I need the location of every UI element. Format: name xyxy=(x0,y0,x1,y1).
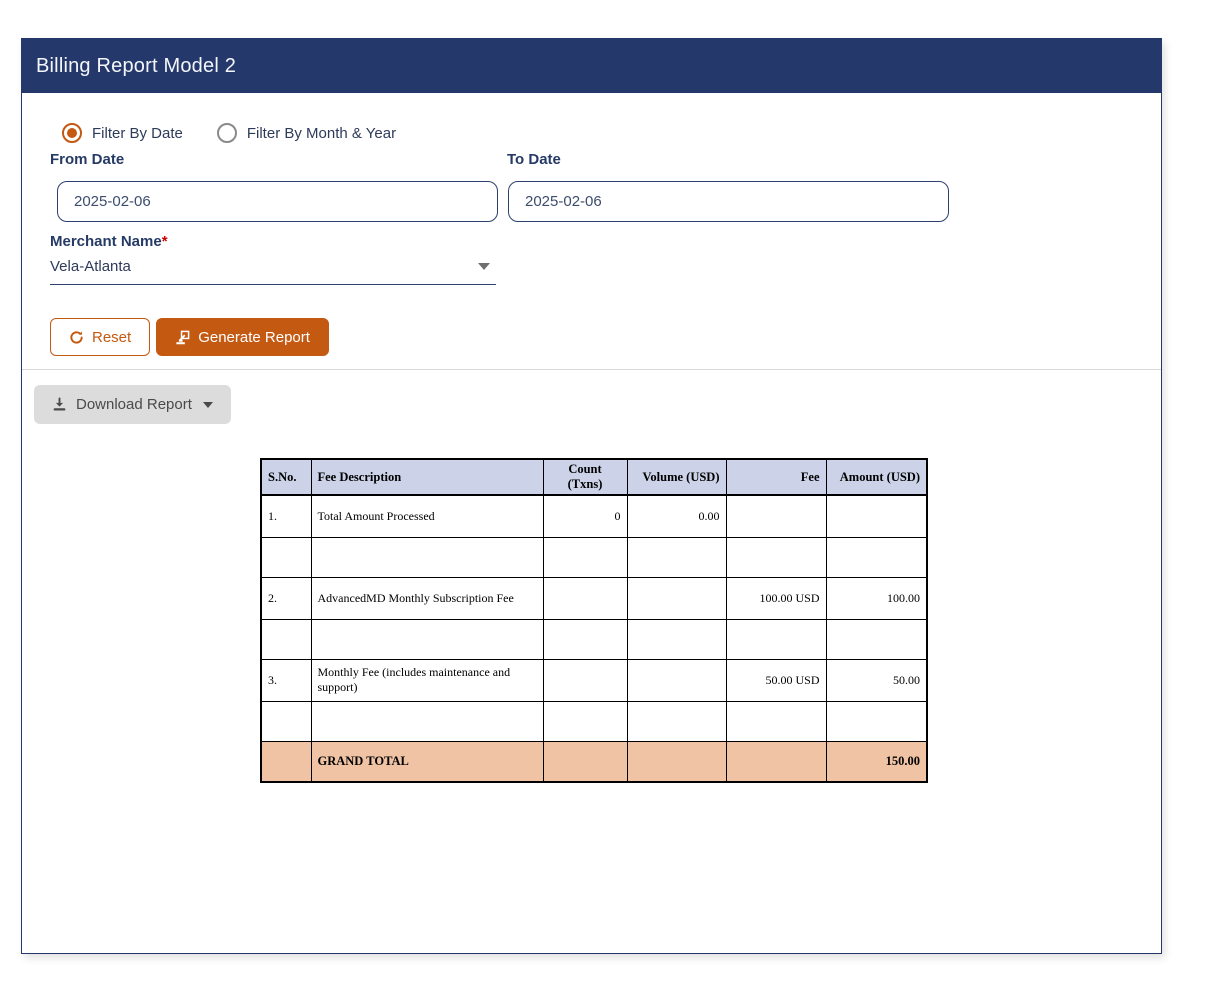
to-date-label: To Date xyxy=(507,151,561,168)
radio-filter-by-date-label: Filter By Date xyxy=(92,125,183,142)
table-header-row: S.No.Fee DescriptionCount (Txns)Volume (… xyxy=(261,459,927,495)
page-title: Billing Report Model 2 xyxy=(36,55,236,78)
table-row: 2.AdvancedMD Monthly Subscription Fee 100… xyxy=(261,577,927,619)
table-cell xyxy=(543,537,627,577)
table-cell: 0 xyxy=(543,495,627,537)
table-cell xyxy=(311,619,543,659)
generate-report-button-label: Generate Report xyxy=(198,329,310,346)
table-row: 3.Monthly Fee (includes maintenance and … xyxy=(261,659,927,701)
table-cell xyxy=(627,701,726,741)
table-cell xyxy=(726,495,826,537)
chevron-down-icon xyxy=(478,263,490,270)
table-cell xyxy=(627,741,726,782)
radio-filter-by-month-year-label: Filter By Month & Year xyxy=(247,125,396,142)
billing-fee-table: S.No.Fee DescriptionCount (Txns)Volume (… xyxy=(260,458,928,783)
download-report-button-label: Download Report xyxy=(76,396,192,413)
table-cell: Monthly Fee (includes maintenance and su… xyxy=(311,659,543,701)
table-cell xyxy=(311,537,543,577)
spacer-row xyxy=(261,537,927,577)
table-cell xyxy=(543,577,627,619)
table-cell xyxy=(627,537,726,577)
grand-total-row: GRAND TOTAL 150.00 xyxy=(261,741,927,782)
table-cell xyxy=(826,701,927,741)
table-cell xyxy=(261,619,311,659)
table-cell: 150.00 xyxy=(826,741,927,782)
table-cell xyxy=(261,537,311,577)
table-cell xyxy=(726,619,826,659)
table-cell: 50.00 USD xyxy=(726,659,826,701)
column-header-volume-usd: Volume (USD) xyxy=(627,459,726,495)
from-date-input[interactable] xyxy=(57,181,498,222)
table-cell xyxy=(261,701,311,741)
table-cell xyxy=(726,701,826,741)
table-cell xyxy=(627,659,726,701)
from-date-label: From Date xyxy=(50,151,124,168)
section-divider xyxy=(22,369,1161,370)
table-cell xyxy=(543,701,627,741)
table-cell: Total Amount Processed xyxy=(311,495,543,537)
table-cell: AdvancedMD Monthly Subscription Fee xyxy=(311,577,543,619)
table-cell xyxy=(627,619,726,659)
table-cell: 100.00 xyxy=(826,577,927,619)
billing-report-card: Billing Report Model 2 Filter By Date Fi… xyxy=(21,38,1162,954)
column-header-amount-usd: Amount (USD) xyxy=(826,459,927,495)
required-asterisk: * xyxy=(162,233,168,250)
table-cell xyxy=(826,619,927,659)
column-header-s-no: S.No. xyxy=(261,459,311,495)
file-export-icon xyxy=(175,330,190,345)
table-cell: 0.00 xyxy=(627,495,726,537)
table-cell: 2. xyxy=(261,577,311,619)
spacer-row xyxy=(261,619,927,659)
column-header-count-txns: Count (Txns) xyxy=(543,459,627,495)
radio-filter-by-month-year[interactable]: Filter By Month & Year xyxy=(217,123,396,143)
action-buttons: Reset Generate Report xyxy=(50,318,329,356)
table-cell: GRAND TOTAL xyxy=(311,741,543,782)
table-row: 1.Total Amount Processed00.00 xyxy=(261,495,927,537)
refresh-icon xyxy=(69,330,84,345)
download-icon xyxy=(52,397,67,412)
table-cell xyxy=(826,495,927,537)
table-cell: 3. xyxy=(261,659,311,701)
billing-table-container: S.No.Fee DescriptionCount (Txns)Volume (… xyxy=(260,458,928,783)
table-cell: 100.00 USD xyxy=(726,577,826,619)
reset-button-label: Reset xyxy=(92,329,131,346)
table-cell xyxy=(726,741,826,782)
to-date-input[interactable] xyxy=(508,181,949,222)
generate-report-button[interactable]: Generate Report xyxy=(156,318,329,356)
merchant-name-label-text: Merchant Name xyxy=(50,233,162,250)
table-cell xyxy=(261,741,311,782)
reset-button[interactable]: Reset xyxy=(50,318,150,356)
merchant-name-value: Vela-Atlanta xyxy=(50,258,131,275)
table-cell xyxy=(543,619,627,659)
table-cell xyxy=(311,701,543,741)
radio-selected-icon[interactable] xyxy=(62,123,82,143)
table-cell xyxy=(627,577,726,619)
table-cell: 50.00 xyxy=(826,659,927,701)
filter-type-radio-group: Filter By Date Filter By Month & Year xyxy=(62,123,396,143)
download-report-button[interactable]: Download Report xyxy=(34,385,231,424)
chevron-down-icon xyxy=(203,402,213,408)
radio-unselected-icon[interactable] xyxy=(217,123,237,143)
card-header: Billing Report Model 2 xyxy=(22,39,1161,93)
table-cell: 1. xyxy=(261,495,311,537)
table-cell xyxy=(826,537,927,577)
column-header-fee-description: Fee Description xyxy=(311,459,543,495)
column-header-fee: Fee xyxy=(726,459,826,495)
table-cell xyxy=(726,537,826,577)
merchant-name-label: Merchant Name* xyxy=(50,233,168,250)
radio-filter-by-date[interactable]: Filter By Date xyxy=(62,123,183,143)
merchant-name-select[interactable]: Vela-Atlanta xyxy=(50,249,496,285)
spacer-row xyxy=(261,701,927,741)
table-cell xyxy=(543,659,627,701)
table-cell xyxy=(543,741,627,782)
